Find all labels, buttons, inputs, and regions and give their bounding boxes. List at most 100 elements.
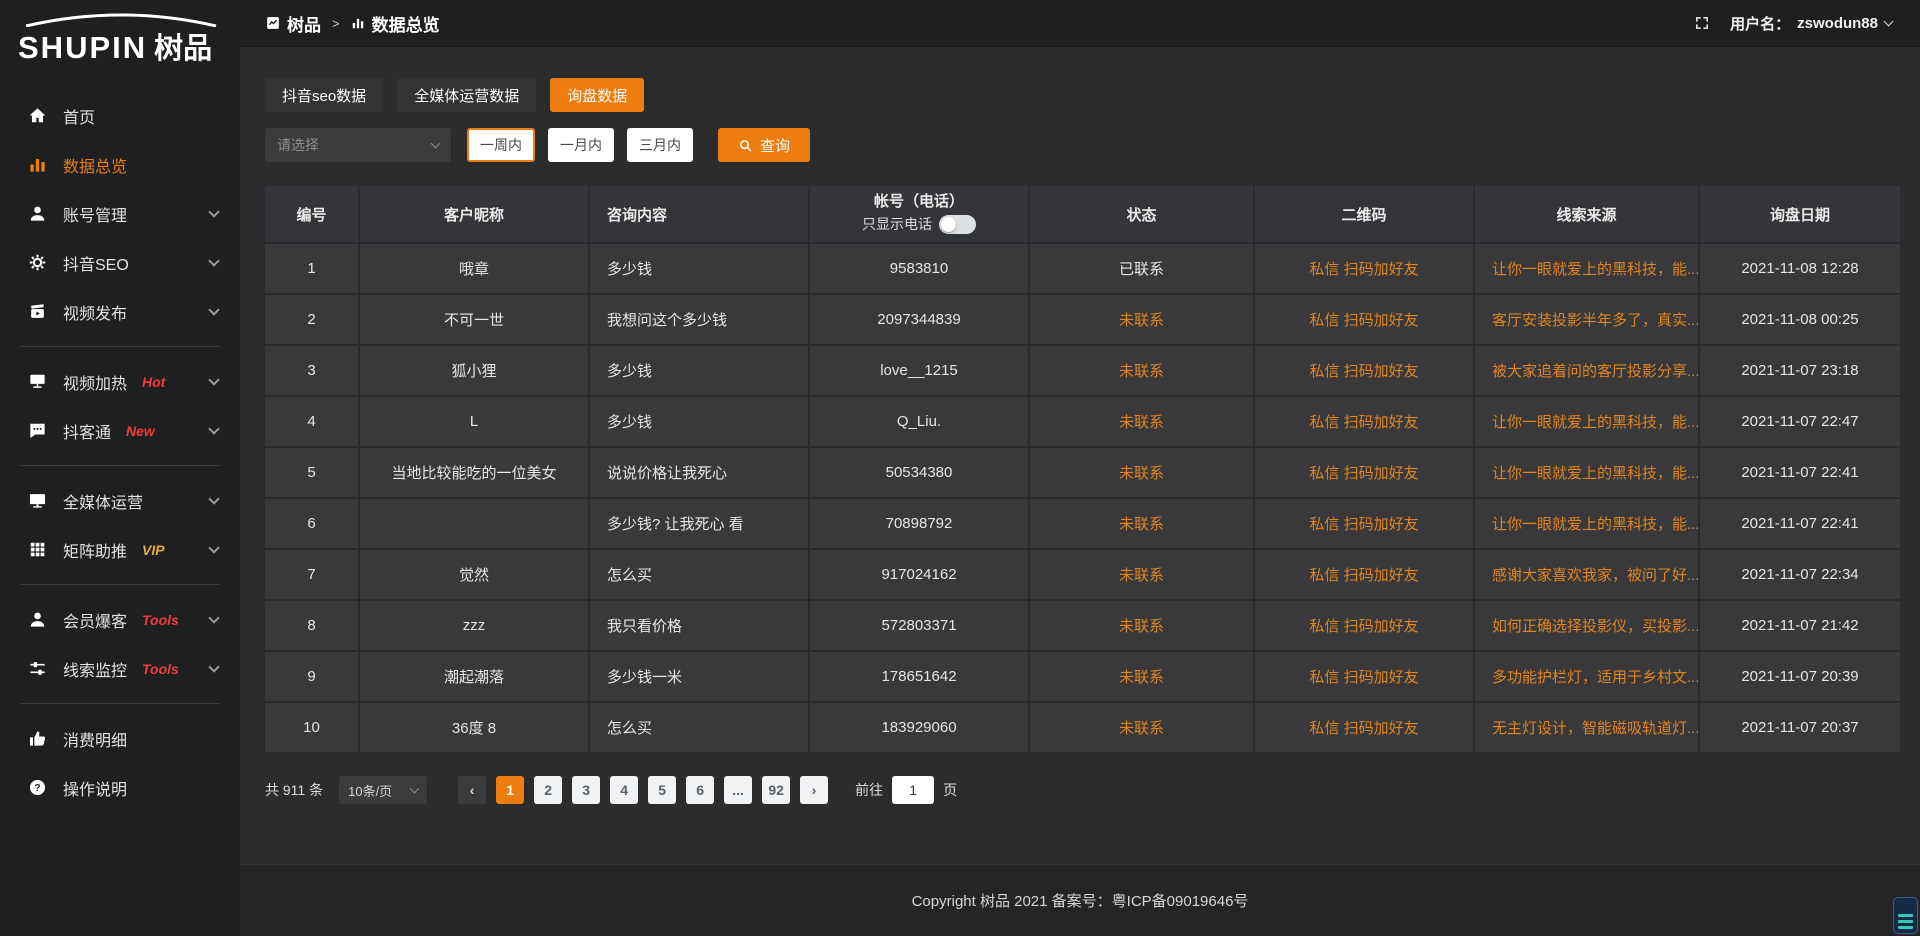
cell-account: 572803371 (810, 601, 1030, 652)
cell-source[interactable]: 让你一眼就爱上的黑科技，能... (1475, 244, 1700, 295)
sidebar-item-label: 抖客通 (63, 419, 111, 443)
range-button-one-week[interactable]: 一周内 (467, 128, 535, 162)
sidebar-item-matrix-boost[interactable]: 矩阵助推VIP (0, 525, 240, 574)
range-button-three-months[interactable]: 三月内 (627, 128, 693, 162)
video-icon (28, 302, 47, 321)
sidebar-divider (20, 346, 220, 347)
phone-only-label: 只显示电话 (862, 214, 932, 234)
sidebar-item-data-overview[interactable]: 数据总览 (0, 140, 240, 189)
cell-qrcode[interactable]: 私信 扫码加好友 (1255, 295, 1475, 346)
search-icon (738, 138, 753, 153)
cell-nickname: L (360, 397, 590, 448)
cell-source[interactable]: 让你一眼就爱上的黑科技，能... (1475, 448, 1700, 499)
page-size-select[interactable]: 10条/页 (339, 776, 427, 804)
phone-only-row: 只显示电话 (862, 214, 976, 234)
cell-source[interactable]: 感谢大家喜欢我家，被问了好... (1475, 550, 1700, 601)
tab-douyin-seo-data[interactable]: 抖音seo数据 (265, 78, 383, 112)
cell-status: 未联系 (1030, 499, 1255, 550)
sidebar-item-label: 抖音SEO (63, 251, 129, 275)
pagination-total: 共 911 条 (265, 780, 323, 800)
cell-source[interactable]: 被大家追着问的客厅投影分享... (1475, 346, 1700, 397)
cell-account: 917024162 (810, 550, 1030, 601)
page-button-1[interactable]: 1 (496, 776, 524, 804)
column-header-content: 咨询内容 (590, 186, 810, 244)
page-button-4[interactable]: 4 (610, 776, 638, 804)
sidebar-item-media-operation[interactable]: 全媒体运营 (0, 476, 240, 525)
brand-name-en: SHUPIN (18, 30, 147, 66)
cell-index: 8 (265, 601, 360, 652)
cell-account: 178651642 (810, 652, 1030, 703)
cell-qrcode[interactable]: 私信 扫码加好友 (1255, 448, 1475, 499)
brand-logo: SHUPIN 树品 (0, 10, 240, 67)
page-button-5[interactable]: 5 (648, 776, 676, 804)
sidebar-item-member-baoke[interactable]: 会员爆客Tools (0, 595, 240, 644)
goto-page-input[interactable] (892, 776, 934, 804)
cell-date: 2021-11-07 22:34 (1700, 550, 1900, 601)
sidebar-item-operation-guide[interactable]: ?操作说明 (0, 763, 240, 812)
sidebar-item-account-manage[interactable]: 账号管理 (0, 189, 240, 238)
footer: Copyright 树品 2021 备案号：粤ICP备09019646号 (240, 864, 1920, 936)
cell-account: 50534380 (810, 448, 1030, 499)
sidebar-item-clue-monitor[interactable]: 线索监控Tools (0, 644, 240, 693)
cell-nickname: 不可一世 (360, 295, 590, 346)
cell-source[interactable]: 客厅安装投影半年多了，真实... (1475, 295, 1700, 346)
column-header-account: 帐号（电话）只显示电话 (810, 186, 1030, 244)
filter-select[interactable]: 请选择 (265, 128, 451, 162)
cell-account: 2097344839 (810, 295, 1030, 346)
tab-media-operation-data[interactable]: 全媒体运营数据 (397, 78, 536, 112)
breadcrumb-root[interactable]: 树品 (287, 11, 321, 36)
breadcrumb: 树品 > 数据总览 (266, 11, 440, 36)
cell-account: 9583810 (810, 244, 1030, 295)
user-menu[interactable]: 用户名：zswodun88 (1730, 13, 1892, 34)
cell-qrcode[interactable]: 私信 扫码加好友 (1255, 652, 1475, 703)
cell-source[interactable]: 多功能护栏灯，适用于乡村文... (1475, 652, 1700, 703)
sidebar-item-video-publish[interactable]: 视频发布 (0, 287, 240, 336)
cell-qrcode[interactable]: 私信 扫码加好友 (1255, 244, 1475, 295)
cell-status: 未联系 (1030, 295, 1255, 346)
cell-index: 3 (265, 346, 360, 397)
page-button-2[interactable]: 2 (534, 776, 562, 804)
cell-source[interactable]: 让你一眼就爱上的黑科技，能... (1475, 499, 1700, 550)
cell-qrcode[interactable]: 私信 扫码加好友 (1255, 346, 1475, 397)
sidebar-item-label: 数据总览 (63, 153, 127, 177)
cell-qrcode[interactable]: 私信 扫码加好友 (1255, 550, 1475, 601)
cell-qrcode[interactable]: 私信 扫码加好友 (1255, 397, 1475, 448)
cell-content: 多少钱 (590, 346, 810, 397)
tab-inquiry-data[interactable]: 询盘数据 (550, 78, 644, 112)
search-button[interactable]: 查询 (718, 128, 810, 162)
monitor-icon (28, 491, 47, 510)
cell-date: 2021-11-07 20:37 (1700, 703, 1900, 754)
cell-source[interactable]: 无主灯设计，智能磁吸轨道灯... (1475, 703, 1700, 754)
chevron-down-icon (208, 423, 219, 434)
cell-qrcode[interactable]: 私信 扫码加好友 (1255, 703, 1475, 754)
prev-page-button[interactable]: ‹ (458, 776, 486, 804)
cell-status: 已联系 (1030, 244, 1255, 295)
pagination: 共 911 条 10条/页 ‹123456...92› 前往 页 (265, 776, 1900, 804)
sidebar-divider (20, 584, 220, 585)
cell-source[interactable]: 让你一眼就爱上的黑科技，能... (1475, 397, 1700, 448)
breadcrumb-separator: > (332, 16, 340, 31)
cell-qrcode[interactable]: 私信 扫码加好友 (1255, 601, 1475, 652)
cell-index: 5 (265, 448, 360, 499)
cell-nickname: 觉然 (360, 550, 590, 601)
cell-content: 我只看价格 (590, 601, 810, 652)
fullscreen-icon[interactable] (1694, 15, 1710, 31)
cell-qrcode[interactable]: 私信 扫码加好友 (1255, 499, 1475, 550)
range-button-one-month[interactable]: 一月内 (548, 128, 614, 162)
next-page-button[interactable]: › (800, 776, 828, 804)
cell-date: 2021-11-08 12:28 (1700, 244, 1900, 295)
sidebar-item-home[interactable]: 首页 (0, 91, 240, 140)
sidebar-item-expense-detail[interactable]: 消费明细 (0, 714, 240, 763)
cell-nickname: 哦章 (360, 244, 590, 295)
page-button-3[interactable]: 3 (572, 776, 600, 804)
sidebar-item-video-heat[interactable]: 视频加热Hot (0, 357, 240, 406)
sidebar-item-douyin-seo[interactable]: 抖音SEO (0, 238, 240, 287)
page-button-6[interactable]: 6 (686, 776, 714, 804)
cell-source[interactable]: 如何正确选择投影仪，买投影... (1475, 601, 1700, 652)
page-ellipsis-button[interactable]: ... (724, 776, 752, 804)
sidebar-item-badge: Hot (142, 374, 165, 390)
page-button-92[interactable]: 92 (762, 776, 790, 804)
floating-widget[interactable] (1893, 897, 1918, 934)
sidebar-item-douketong[interactable]: 抖客通New (0, 406, 240, 455)
phone-only-toggle[interactable] (939, 215, 976, 234)
